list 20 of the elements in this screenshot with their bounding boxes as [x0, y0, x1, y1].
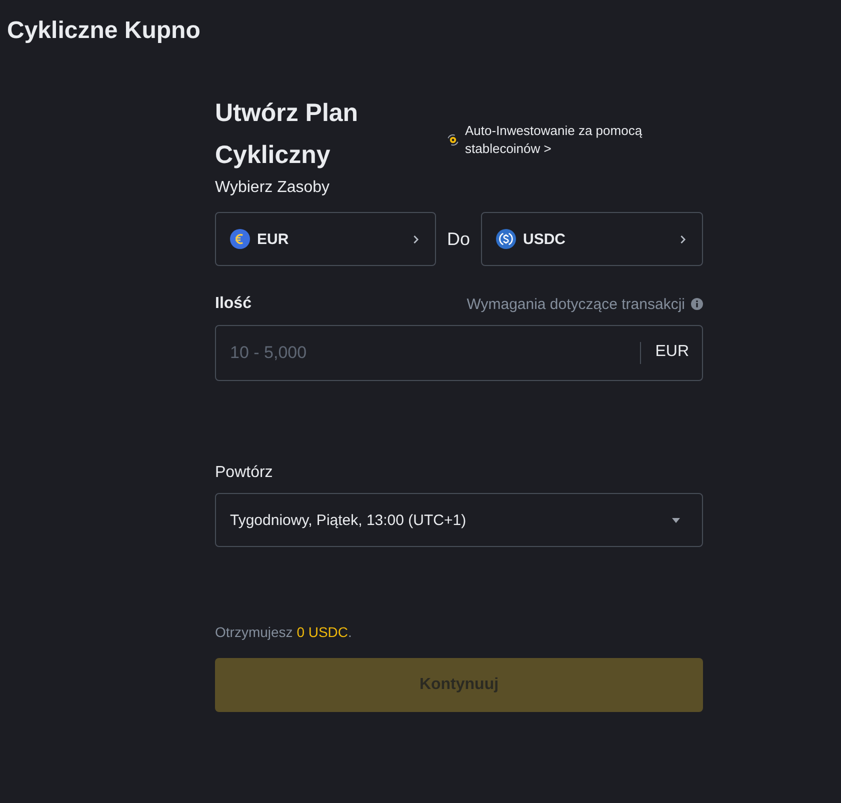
amount-label: Ilość	[215, 294, 252, 314]
assets-label: Wybierz Zasoby	[215, 178, 330, 198]
caret-down-icon	[672, 518, 680, 522]
connector-label: Do	[446, 228, 471, 250]
asset-selector[interactable]: USDC	[481, 212, 703, 266]
dollar-coin-icon	[496, 229, 516, 249]
repeat-label: Powtórz	[215, 463, 273, 483]
repeat-dropdown[interactable]: Tygodniowy, Piątek, 13:00 (UTC+1)	[215, 493, 703, 547]
page-title: Cykliczne Kupno	[6, 16, 200, 46]
requirements-link[interactable]: Wymagania dotyczące transakcji	[466, 296, 685, 312]
euro-coin-icon	[230, 229, 250, 249]
asset-selector[interactable]: EUR	[215, 212, 436, 266]
chevron-right-icon	[680, 234, 686, 244]
info-icon[interactable]	[691, 298, 703, 310]
chevron-right-icon	[413, 234, 419, 244]
ring-icon	[447, 134, 459, 146]
currency-label: EUR	[655, 342, 689, 362]
receive-summary: Otrzymujesz 0 USDC.	[215, 623, 352, 642]
auto-invest-link[interactable]: Auto-Inwestowanie za pomocą stablecoinów >	[447, 122, 662, 158]
form-title: Utwórz Plan Cykliczny	[215, 98, 360, 171]
